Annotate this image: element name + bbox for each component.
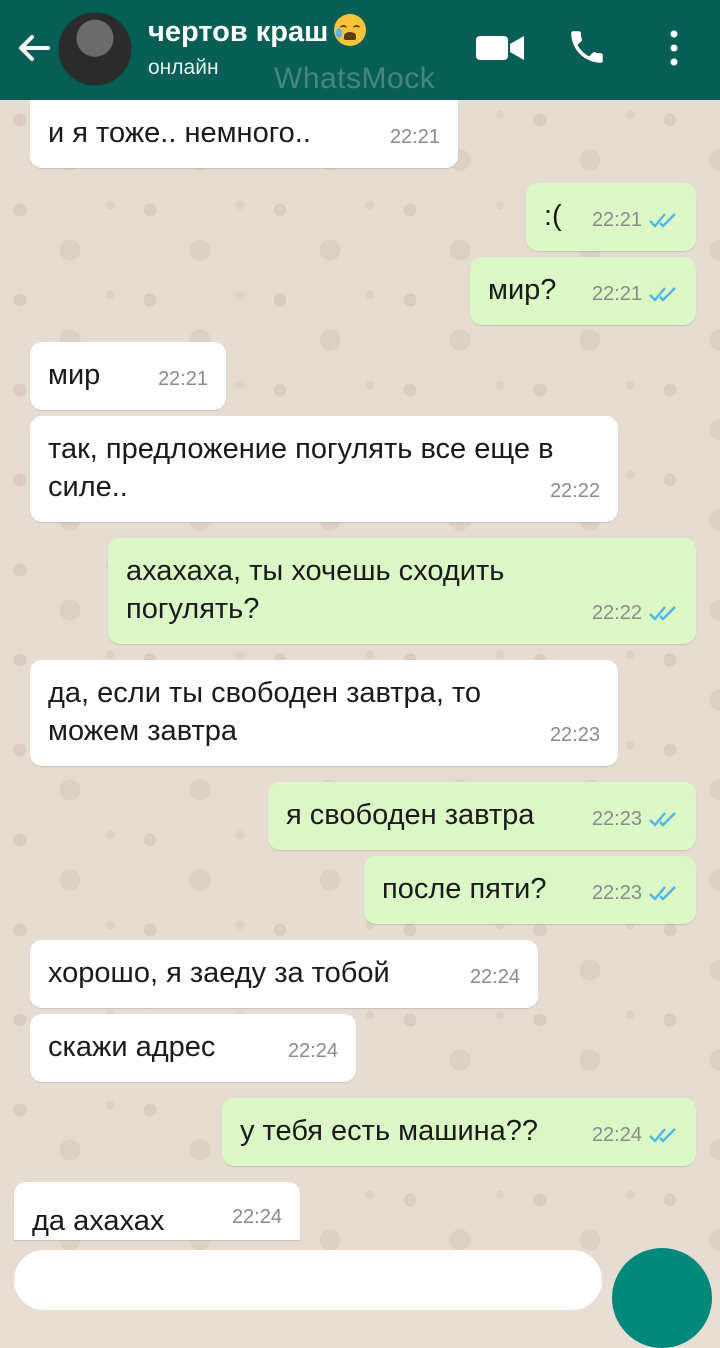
message-outgoing[interactable]: я свободен завтра 22:23 (268, 782, 696, 850)
double-check-read-icon (649, 606, 676, 621)
double-check-read-icon (649, 213, 676, 228)
message-time: 22:23 (591, 882, 642, 904)
message-incoming[interactable]: да ахахах 22:24 (14, 1182, 300, 1240)
message-outgoing[interactable]: мир? 22:21 (470, 257, 696, 325)
message-time: 22:21 (157, 368, 208, 390)
double-check-read-icon (649, 287, 676, 302)
message-time: 22:21 (591, 283, 642, 305)
contact-status: онлайн (148, 56, 219, 79)
message-time: 22:22 (591, 602, 642, 624)
message-outgoing[interactable]: после пяти? 22:23 (364, 856, 696, 924)
message-incoming[interactable]: так, предложение погулять все еще в силе… (30, 416, 618, 522)
double-check-read-icon (649, 886, 676, 901)
mic-button[interactable] (612, 1248, 712, 1348)
phone-call-icon[interactable] (566, 26, 608, 68)
video-call-icon[interactable] (474, 30, 526, 66)
watermark-text: WhatsMock (274, 62, 436, 95)
double-check-read-icon (649, 1128, 676, 1143)
message-outgoing[interactable]: ахахаха, ты хочешь сходить погулять? 22:… (108, 538, 696, 644)
back-arrow-icon[interactable] (14, 28, 54, 68)
message-incoming[interactable]: скажи адрес 22:24 (30, 1014, 356, 1082)
message-outgoing[interactable]: :( 22:21 (526, 183, 696, 251)
message-time: 22:24 (591, 1124, 642, 1146)
double-check-read-icon (649, 812, 676, 827)
message-incoming[interactable]: да, если ты свободен завтра, то можем за… (30, 660, 618, 766)
message-input[interactable] (14, 1250, 602, 1310)
message-outgoing[interactable]: у тебя есть машина?? 22:24 (222, 1098, 696, 1166)
message-time: 22:21 (591, 209, 642, 231)
message-incoming[interactable]: хорошо, я заеду за тобой 22:24 (30, 940, 538, 1008)
contact-name[interactable]: чертов краш (148, 14, 367, 49)
chat-header: чертов краш онлайн WhatsMock (0, 0, 720, 100)
message-incoming[interactable]: мир 22:21 (30, 342, 226, 410)
message-incoming[interactable]: и я тоже.. немного.. 22:21 (30, 100, 458, 168)
contact-avatar[interactable] (58, 12, 132, 86)
more-options-icon[interactable] (664, 28, 684, 68)
message-time: 22:24 (287, 1040, 338, 1062)
message-time: 22:24 (469, 966, 520, 988)
message-time: 22:22 (549, 480, 600, 502)
crying-face-emoji-icon (334, 14, 367, 46)
message-time: 22:23 (549, 724, 600, 746)
message-time: 22:23 (591, 808, 642, 830)
message-time: 22:24 (231, 1206, 282, 1228)
message-time: 22:21 (389, 126, 440, 148)
